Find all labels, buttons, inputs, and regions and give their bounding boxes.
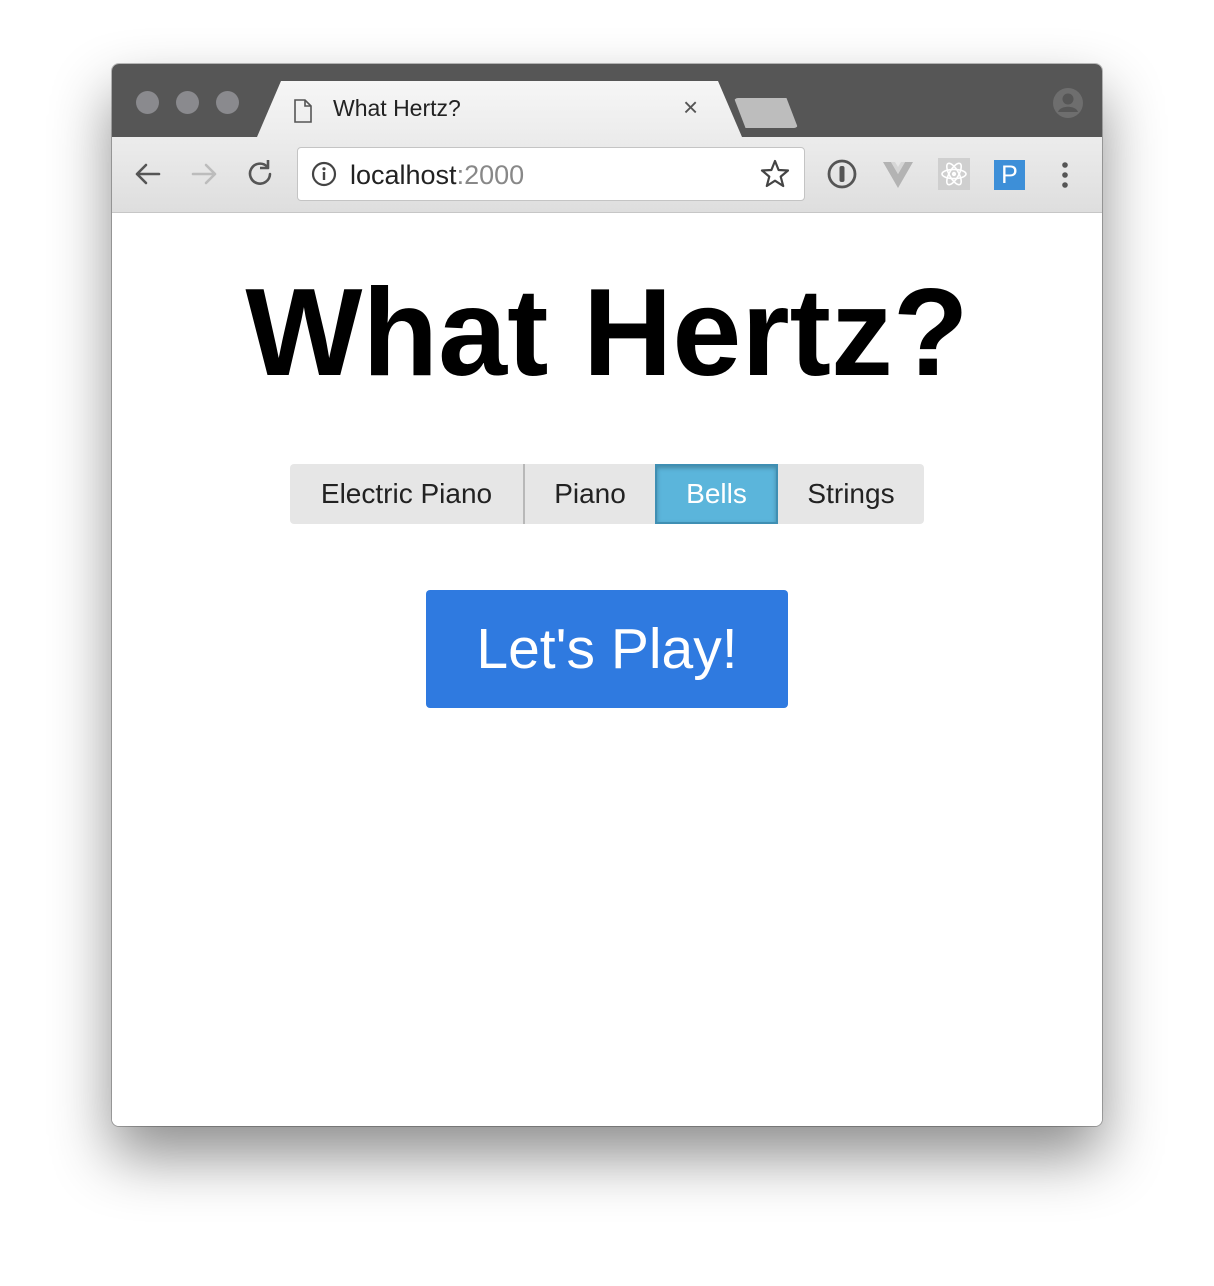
reload-icon[interactable] [243,157,277,191]
info-icon[interactable] [311,161,337,187]
address-bar[interactable]: localhost:2000 [297,147,805,201]
instrument-electric-piano-button[interactable]: Electric Piano [290,464,523,524]
minimize-window-button[interactable] [176,91,199,114]
url-text: localhost:2000 [350,160,525,190]
browser-toolbar: localhost:2000 P [112,137,1102,213]
menu-dots-icon[interactable] [1058,159,1072,191]
tab-close-icon[interactable]: × [683,93,698,121]
extension-p-icon[interactable]: P [994,160,1025,190]
title-bar: What Hertz? × [112,64,1102,137]
browser-window: What Hertz? × localhost:2000 P What Hert… [112,64,1102,1126]
instrument-selector: Electric Piano Piano Bells Strings [290,464,924,524]
profile-icon[interactable] [1052,87,1084,119]
browser-tab[interactable]: What Hertz? × [257,81,742,137]
new-tab-button[interactable] [734,98,798,128]
star-icon[interactable] [760,159,790,189]
document-icon [294,99,312,123]
react-devtools-icon[interactable] [937,157,971,191]
vue-devtools-icon[interactable] [881,157,915,191]
forward-arrow-icon[interactable] [187,157,221,191]
close-window-button[interactable] [136,91,159,114]
password-manager-icon[interactable] [825,157,859,191]
instrument-strings-button[interactable]: Strings [778,464,924,524]
zoom-window-button[interactable] [216,91,239,114]
instrument-piano-button[interactable]: Piano [523,464,655,524]
tab-title: What Hertz? [333,95,461,121]
back-arrow-icon[interactable] [131,157,165,191]
page-content: What Hertz? Electric Piano Piano Bells S… [112,213,1102,1126]
lets-play-button[interactable]: Let's Play! [426,590,788,708]
instrument-bells-button[interactable]: Bells [655,464,778,524]
page-title: What Hertz? [245,264,969,402]
